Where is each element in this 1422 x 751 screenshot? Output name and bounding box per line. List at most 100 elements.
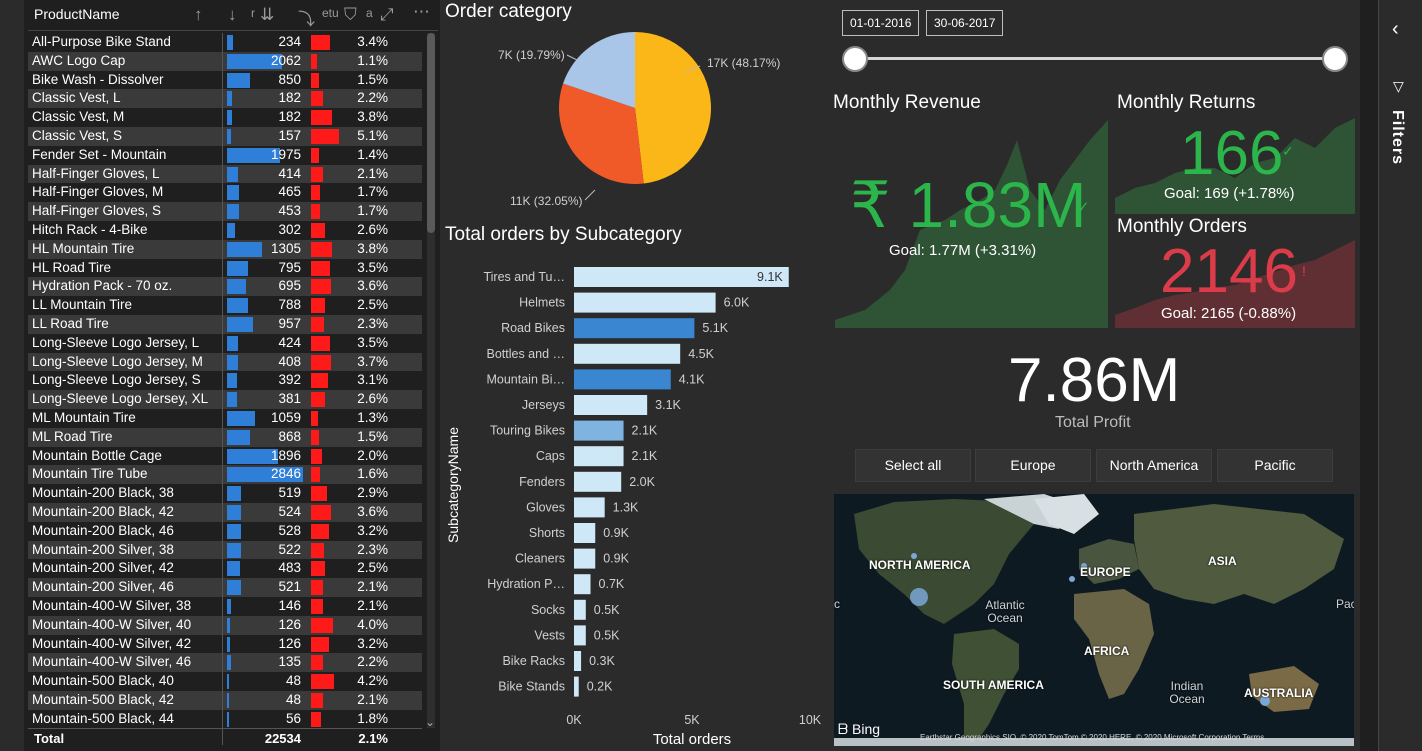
date-slider-end-handle[interactable] bbox=[1322, 46, 1348, 72]
region-north-america[interactable]: North America bbox=[1096, 449, 1212, 482]
qty-cell: 381 bbox=[278, 391, 301, 407]
sort-down-icon[interactable]: ↓ bbox=[228, 5, 237, 25]
table-row[interactable]: Mountain-500 Black, 42 48 2.1% bbox=[28, 691, 422, 710]
table-row[interactable]: Long-Sleeve Logo Jersey, S 392 3.1% bbox=[28, 371, 422, 390]
pie-leader-line bbox=[566, 54, 578, 61]
date-slider-start-handle[interactable] bbox=[842, 46, 868, 72]
return-data-bar bbox=[311, 335, 331, 351]
bar[interactable] bbox=[574, 523, 596, 543]
column-header-truncated-1[interactable]: r bbox=[251, 6, 255, 20]
more-options-icon[interactable]: ⋯ bbox=[413, 2, 430, 22]
filters-pane-label[interactable]: Filters bbox=[1388, 110, 1406, 165]
bar-category-label: Caps bbox=[536, 449, 565, 463]
region-europe[interactable]: Europe bbox=[975, 449, 1091, 482]
sort-up-icon[interactable]: ↑ bbox=[194, 5, 203, 25]
table-row[interactable]: Mountain-200 Silver, 46 521 2.1% bbox=[28, 578, 422, 597]
table-row[interactable]: Classic Vest, L 182 2.2% bbox=[28, 89, 422, 109]
table-row[interactable]: Mountain-200 Black, 38 519 2.9% bbox=[28, 484, 422, 503]
bar[interactable] bbox=[574, 599, 586, 620]
table-row[interactable]: Long-Sleeve Logo Jersey, L 424 3.5% bbox=[28, 334, 422, 353]
region-select-all[interactable]: Select all bbox=[855, 449, 971, 482]
bar[interactable] bbox=[574, 446, 624, 467]
date-end-input[interactable]: 30-06-2017 bbox=[926, 10, 1004, 36]
column-header-truncated-3[interactable]: a bbox=[366, 6, 373, 20]
table-row[interactable]: Hitch Rack - 4-Bike 302 2.6% bbox=[28, 221, 422, 240]
return-rate-cell: 3.1% bbox=[357, 372, 388, 388]
table-row[interactable]: All-Purpose Bike Stand 234 3.4% bbox=[28, 33, 422, 52]
table-row[interactable]: Mountain Bottle Cage 1896 2.0% bbox=[28, 447, 422, 466]
chevron-left-icon[interactable]: ‹ bbox=[1392, 18, 1399, 41]
table-row[interactable]: LL Mountain Tire 788 2.5% bbox=[28, 296, 422, 315]
table-row[interactable]: HL Mountain Tire 1305 3.8% bbox=[28, 239, 422, 259]
bar[interactable] bbox=[574, 574, 591, 595]
bar[interactable] bbox=[574, 395, 648, 415]
pie-slice[interactable] bbox=[635, 32, 711, 184]
table-row[interactable]: Mountain-400-W Silver, 42 126 3.2% bbox=[28, 635, 422, 654]
world-map[interactable]: NORTH AMERICA EUROPE ASIA Atlantic Ocean… bbox=[834, 494, 1354, 746]
expand-down-icon[interactable]: ⇊ bbox=[260, 5, 274, 25]
table-row[interactable]: AWC Logo Cap 2062 1.1% bbox=[28, 51, 422, 71]
qty-cell: 424 bbox=[278, 334, 301, 350]
region-pacific[interactable]: Pacific bbox=[1217, 449, 1333, 482]
table-row[interactable]: HL Road Tire 795 3.5% bbox=[28, 259, 422, 278]
column-divider bbox=[222, 33, 223, 745]
column-header-product-name[interactable]: ProductName bbox=[34, 6, 120, 22]
drill-down-icon[interactable]: ⤵ bbox=[298, 5, 315, 30]
pie-slice-label: 7K (19.79%) bbox=[498, 48, 565, 62]
column-header-truncated-2[interactable]: etu bbox=[322, 6, 339, 20]
bar[interactable] bbox=[574, 420, 624, 441]
date-range-slider-track[interactable] bbox=[855, 57, 1335, 60]
bar-value-label: 4.5K bbox=[688, 347, 714, 361]
table-row[interactable]: Half-Finger Gloves, M 465 1.7% bbox=[28, 183, 422, 202]
table-row[interactable]: Fender Set - Mountain 1975 1.4% bbox=[28, 146, 422, 165]
table-scroll-thumb[interactable] bbox=[427, 33, 435, 233]
table-row[interactable]: Mountain-200 Black, 46 528 3.2% bbox=[28, 522, 422, 541]
bar[interactable] bbox=[574, 343, 681, 364]
return-data-bar bbox=[311, 35, 330, 50]
table-row[interactable]: Mountain-500 Black, 40 48 4.2% bbox=[28, 672, 422, 691]
table-row[interactable]: Mountain-400-W Silver, 46 135 2.2% bbox=[28, 653, 422, 673]
return-data-bar bbox=[311, 429, 320, 445]
table-row[interactable]: Mountain-200 Black, 42 524 3.6% bbox=[28, 503, 422, 522]
table-row[interactable]: Bike Wash - Dissolver 850 1.5% bbox=[28, 71, 422, 90]
bar[interactable] bbox=[574, 292, 716, 313]
table-row[interactable]: Mountain-200 Silver, 42 483 2.5% bbox=[28, 559, 422, 578]
scroll-down-icon[interactable]: ⌄ bbox=[425, 715, 435, 729]
table-row[interactable]: Half-Finger Gloves, S 453 1.7% bbox=[28, 202, 422, 221]
order-category-pie[interactable]: 17K (48.17%) 11K (32.05%) 7K (19.79%) bbox=[440, 22, 830, 227]
filter-icon[interactable]: ⛉ bbox=[344, 5, 357, 25]
map-attribution[interactable]: Earthstar Geographics SIO, © 2020 TomTom… bbox=[920, 733, 1264, 742]
table-row[interactable]: Classic Vest, S 157 5.1% bbox=[28, 127, 422, 146]
bar[interactable] bbox=[574, 471, 622, 492]
table-row[interactable]: Mountain-400-W Silver, 40 126 4.0% bbox=[28, 615, 422, 635]
product-name-cell: Bike Wash - Dissolver bbox=[32, 71, 164, 87]
date-start-input[interactable]: 01-01-2016 bbox=[842, 10, 920, 36]
table-row[interactable]: Half-Finger Gloves, L 414 2.1% bbox=[28, 164, 422, 184]
table-row[interactable]: Hydration Pack - 70 oz. 695 3.6% bbox=[28, 277, 422, 297]
table-row[interactable]: Long-Sleeve Logo Jersey, XL 381 2.6% bbox=[28, 390, 422, 409]
table-row[interactable]: Classic Vest, M 182 3.8% bbox=[28, 108, 422, 127]
bar[interactable] bbox=[574, 548, 596, 569]
return-data-bar bbox=[311, 223, 326, 238]
table-row[interactable]: Mountain Tire Tube 2846 1.6% bbox=[28, 465, 422, 485]
bar[interactable] bbox=[574, 369, 671, 390]
return-rate-cell: 2.9% bbox=[357, 485, 388, 501]
table-row[interactable]: ML Road Tire 868 1.5% bbox=[28, 427, 422, 447]
table-row[interactable]: Long-Sleeve Logo Jersey, M 408 3.7% bbox=[28, 352, 422, 372]
qty-cell: 392 bbox=[278, 372, 301, 388]
bar[interactable] bbox=[574, 676, 579, 697]
focus-mode-icon[interactable]: ⤢ bbox=[380, 5, 394, 25]
bar[interactable] bbox=[574, 497, 605, 518]
bar[interactable] bbox=[574, 651, 582, 671]
table-row[interactable]: Mountain-200 Silver, 38 522 2.3% bbox=[28, 540, 422, 560]
table-row[interactable]: Mountain-400-W Silver, 38 146 2.1% bbox=[28, 597, 422, 616]
table-row[interactable]: LL Road Tire 957 2.3% bbox=[28, 315, 422, 334]
subcategory-bar-chart[interactable]: Tires and Tu… 9.1K Helmets 6.0K Road Bikes 5.… bbox=[440, 250, 830, 751]
bar[interactable] bbox=[574, 318, 695, 339]
table-row[interactable]: ML Mountain Tire 1059 1.3% bbox=[28, 409, 422, 428]
bar[interactable] bbox=[574, 625, 586, 646]
bar-value-label: 0.2K bbox=[587, 680, 613, 694]
map-label-pacific-right: Pac bbox=[1336, 597, 1354, 611]
return-data-bar bbox=[311, 241, 332, 257]
table-row[interactable]: Mountain-500 Black, 44 56 1.8% bbox=[28, 710, 422, 729]
